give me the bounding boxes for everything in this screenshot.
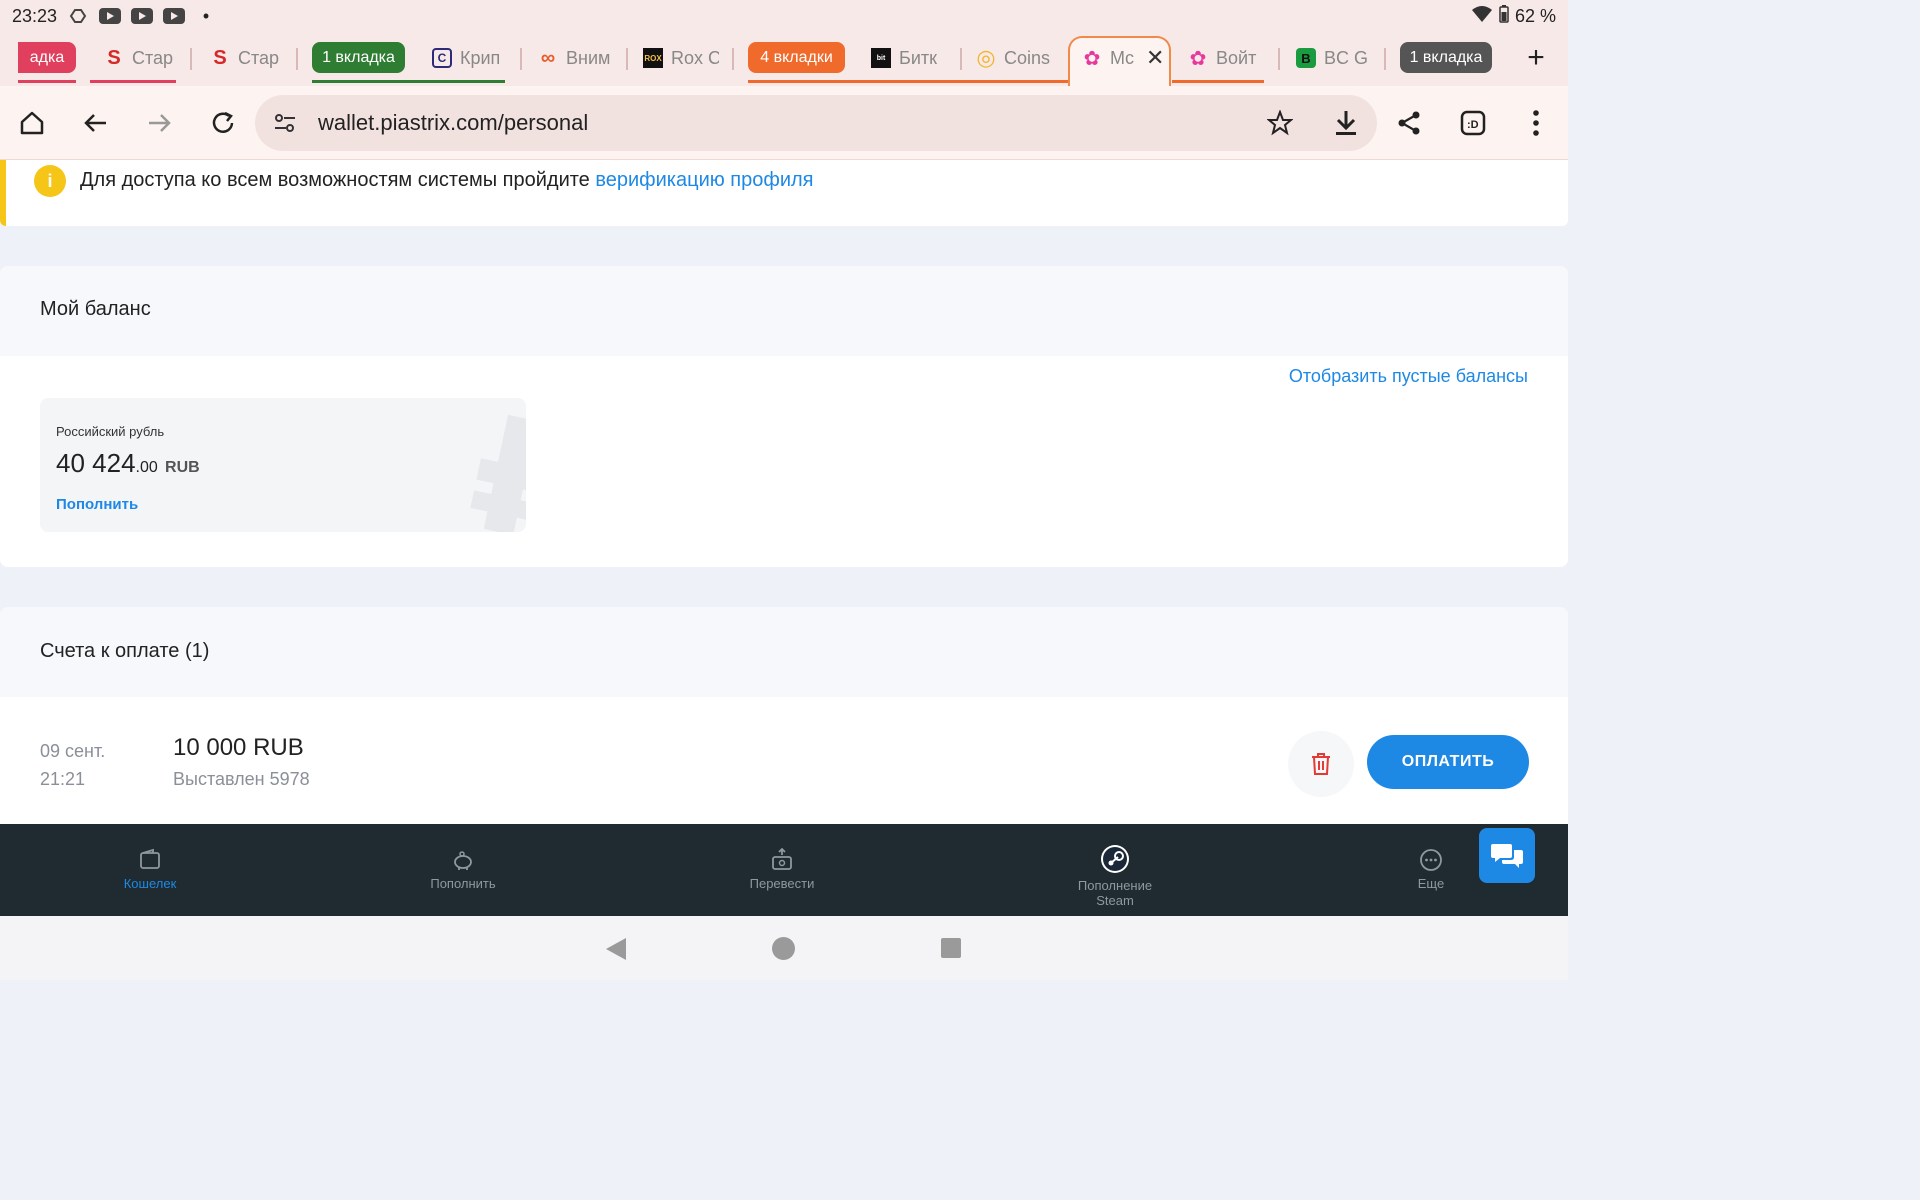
crypto-favicon-icon: C (432, 48, 452, 68)
browser-toolbar: wallet.piastrix.com/personal :D (0, 86, 1568, 160)
extension-icon[interactable]: :D (1454, 104, 1492, 142)
trash-icon (1312, 753, 1330, 775)
more-notifications-icon: • (202, 5, 210, 26)
balance-amount: 40 424.00 RUB (56, 448, 200, 478)
tab-item-active[interactable]: ✿ Mc ✕ (1082, 38, 1166, 78)
invoice-date: 09 сент. 21:21 (40, 741, 106, 789)
youtube-icon (99, 8, 122, 24)
ruble-watermark-icon: ₽ (454, 398, 526, 532)
nav-transfer[interactable]: Перевести (722, 848, 842, 891)
balance-section: Мой баланс Отобразить пустые балансы ₽ Р… (0, 266, 1568, 567)
system-home-icon[interactable] (771, 936, 796, 966)
youtube-icon (163, 8, 186, 24)
wallet-icon (140, 848, 160, 869)
system-recents-icon[interactable] (940, 937, 962, 964)
rub-balance-card[interactable]: ₽ Российский рубль 40 424.00 RUB Пополни… (40, 398, 526, 532)
topup-link[interactable]: Пополнить (56, 496, 138, 513)
piggy-bank-icon (454, 851, 472, 870)
system-back-icon[interactable] (604, 936, 628, 967)
tab-group-1[interactable]: 1 вкладка (312, 42, 405, 73)
verification-link[interactable]: верификацию профиля (595, 169, 813, 191)
currency-name: Российский рубль (56, 424, 165, 439)
nav-topup[interactable]: Пополнить (403, 848, 523, 891)
nav-steam-topup[interactable]: Пополнение Steam (1055, 844, 1175, 908)
pay-button[interactable]: ОПЛАТИТЬ (1367, 735, 1529, 789)
nav-wallet[interactable]: Кошелек (90, 848, 210, 891)
verification-banner: i Для доступа ко всем возможностям систе… (0, 160, 1568, 226)
invoice-subtitle: Выставлен 5978 (173, 769, 310, 789)
rox-favicon-icon: ROX (643, 48, 663, 68)
delete-invoice-button[interactable] (1288, 731, 1354, 797)
menu-kebab-icon[interactable] (1517, 104, 1555, 142)
forward-icon[interactable] (140, 104, 178, 142)
bcgame-favicon-icon: B (1296, 48, 1316, 68)
wifi-icon (1471, 5, 1493, 28)
balance-title: Мой баланс (40, 298, 151, 320)
tab-item[interactable]: ∞ Вним (538, 38, 610, 78)
tab-item[interactable]: ✿ Войт (1188, 38, 1264, 78)
show-empty-balances-link[interactable]: Отобразить пустые балансы (1289, 366, 1528, 387)
invoices-section: Счета к оплате (1) 09 сент. 21:21 10 000… (0, 607, 1568, 837)
flower-favicon-icon: ✿ (1083, 47, 1101, 70)
status-time: 23:23 (12, 5, 58, 26)
tab-item[interactable]: ◎ Coins (976, 38, 1050, 78)
invoices-title: Счета к оплате (1) (40, 640, 210, 662)
coins-favicon-icon: ◎ (976, 45, 996, 70)
bookmark-star-icon[interactable] (1266, 109, 1294, 141)
steam-icon (1101, 845, 1129, 873)
home-icon[interactable] (13, 104, 51, 142)
info-icon: i (34, 165, 66, 197)
share-icon[interactable] (1390, 104, 1428, 142)
tab-item[interactable]: S Стар (210, 38, 282, 78)
reload-icon[interactable] (204, 104, 242, 142)
s-favicon-icon: S (107, 46, 121, 69)
svg-text::D: :D (1467, 119, 1479, 131)
s-favicon-icon: S (213, 46, 227, 69)
tab-item[interactable]: bit Битк (871, 38, 945, 78)
more-icon (1420, 849, 1442, 871)
tab-item[interactable]: C Крип (432, 38, 504, 78)
invoice-amount: 10 000 RUB (173, 734, 304, 761)
transfer-icon (772, 848, 792, 870)
youtube-icon (131, 8, 154, 24)
nav-more[interactable]: Еще (1371, 848, 1491, 891)
tab-item[interactable]: ROX Rox C (643, 38, 719, 78)
tab-group-1b[interactable]: 1 вкладка (1400, 42, 1492, 73)
flower-favicon-icon: ✿ (1189, 47, 1207, 70)
battery-icon (1499, 4, 1509, 28)
vpn-icon (67, 8, 89, 24)
link-favicon-icon: ∞ (540, 46, 556, 69)
address-bar[interactable]: wallet.piastrix.com/personal (255, 95, 1377, 151)
battery-level: 62 % (1514, 5, 1556, 26)
new-tab-icon[interactable]: + (1520, 41, 1552, 74)
tab-item[interactable]: S Стар (104, 38, 176, 78)
tab-group-tail[interactable]: адка (18, 42, 76, 73)
download-icon[interactable] (1333, 109, 1359, 142)
tab-strip: адка S Стар S Стар 1 вкладка C Крип ∞ Вн… (0, 32, 1568, 86)
invoice-row: 09 сент. 21:21 10 000 RUB Выставлен 5978… (0, 697, 1568, 837)
back-icon[interactable] (77, 104, 115, 142)
bitstarz-favicon-icon: bit (871, 48, 891, 68)
bottom-nav: Кошелек Пополнить Перевести Пополнение S… (0, 824, 1568, 916)
banner-text: Для доступа ко всем возможностям системы… (80, 169, 596, 191)
tab-group-4[interactable]: 4 вкладки (748, 42, 845, 73)
system-nav-bar (0, 916, 1568, 980)
url-text[interactable]: wallet.piastrix.com/personal (318, 110, 588, 136)
chat-icon (1491, 843, 1523, 868)
support-chat-button[interactable] (1479, 828, 1535, 883)
close-tab-icon[interactable]: ✕ (1146, 45, 1164, 71)
tab-item[interactable]: B BC G (1296, 38, 1370, 78)
site-settings-icon[interactable] (273, 111, 297, 140)
status-bar: 23:23 • 62 % (0, 0, 1568, 32)
